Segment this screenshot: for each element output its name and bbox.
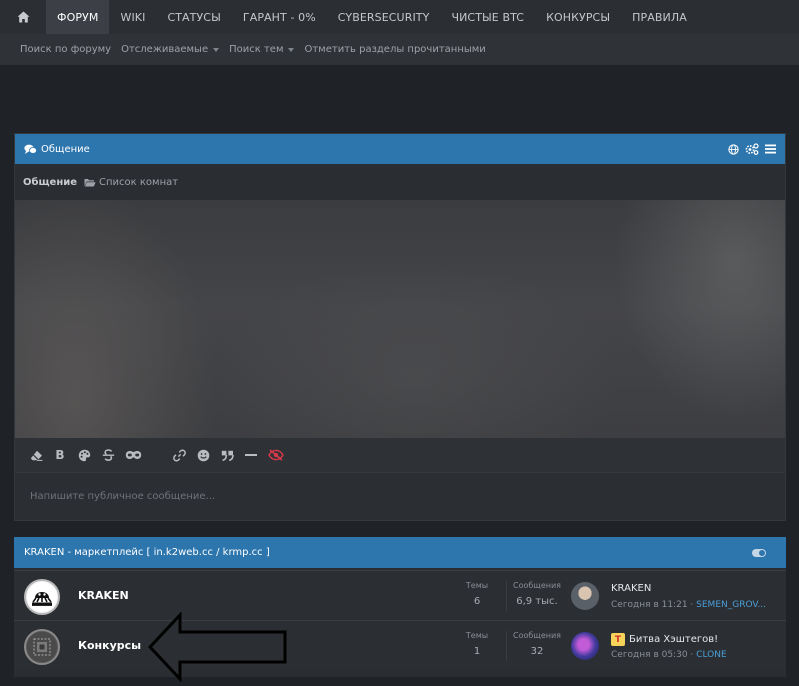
chat-message-input-wrapper (15, 472, 785, 520)
forum-node-contests: Конкурсы Темы 1 Сообщения 32 T Битва Хэш… (14, 620, 786, 670)
folder-open-icon (84, 178, 96, 186)
forum-category: KRAKEN - маркетплейс [ in.k2web.cc / krm… (14, 537, 786, 677)
last-post-meta: Сегодня в 11:21 · SEMEN_GROV... (611, 600, 766, 610)
sub-navigation: Поиск по форуму Отслеживаемые Поиск тем … (0, 34, 799, 65)
last-post-user[interactable]: SEMEN_GROV... (696, 600, 766, 610)
nav-item-cybersecurity[interactable]: CYBERSECURITY (327, 0, 441, 34)
themes-value: 6 (473, 596, 481, 607)
themes-label: Темы (465, 581, 489, 590)
hide-eye-icon[interactable] (268, 448, 284, 462)
chat-messages-area (15, 200, 785, 438)
messages-value: 32 (530, 646, 544, 657)
top-navigation: ФОРУМ WIKI СТАТУСЫ ГАРАНТ - 0% CYBERSECU… (0, 0, 799, 34)
node-messages-stat: Сообщения 32 (510, 631, 564, 657)
chat-title: Общение (41, 143, 90, 155)
watched-label: Отслеживаемые (121, 44, 209, 55)
crumb-chat[interactable]: Общение (23, 177, 77, 188)
last-post-title-text: Битва Хэштегов! (629, 634, 719, 645)
themes-value: 1 (473, 646, 481, 657)
eraser-icon[interactable] (29, 448, 43, 462)
smiley-icon[interactable] (196, 448, 210, 462)
nav-item-forum[interactable]: ФОРУМ (46, 0, 110, 34)
home-icon (17, 11, 29, 23)
palette-icon[interactable] (77, 448, 91, 462)
last-post-time: Сегодня в 11:21 (611, 600, 688, 610)
gears-icon[interactable] (745, 143, 759, 155)
node-title[interactable]: KRAKEN (78, 589, 129, 602)
search-threads-dropdown[interactable]: Поиск тем (229, 44, 295, 55)
messages-label: Сообщения (512, 581, 561, 590)
menu-icon[interactable] (765, 144, 776, 154)
avatar[interactable] (571, 632, 599, 660)
category-header: KRAKEN - маркетплейс [ in.k2web.cc / krm… (14, 537, 786, 568)
search-forum-label: Поиск по форуму (20, 44, 112, 55)
themes-label: Темы (465, 631, 489, 640)
spoiler-icon[interactable] (125, 448, 142, 462)
search-threads-label: Поиск тем (229, 44, 284, 55)
nav-item-statuses[interactable]: СТАТУСЫ (156, 0, 231, 34)
thread-prefix-badge: T (611, 633, 625, 646)
node-themes-stat: Темы 6 (460, 581, 494, 607)
chat-message-input[interactable] (15, 473, 785, 520)
chevron-down-icon (288, 48, 295, 52)
crumb-room-list-label: Список комнат (99, 176, 179, 188)
watched-dropdown[interactable]: Отслеживаемые (121, 44, 220, 55)
avatar[interactable] (571, 582, 599, 610)
globe-icon[interactable] (728, 143, 739, 155)
node-messages-stat: Сообщения 6,9 тыс. (510, 581, 564, 607)
mark-read-link[interactable]: Отметить разделы прочитанными (304, 44, 485, 55)
crumb-room-list[interactable]: Список комнат (84, 177, 178, 188)
editor-toolbar: B (15, 438, 785, 472)
nav-item-wiki[interactable]: WIKI (109, 0, 156, 34)
collapse-toggle-icon[interactable] (752, 548, 766, 557)
nav-item-guarantee[interactable]: ГАРАНТ - 0% (232, 0, 327, 34)
chat-block: Общение Общение Список комнат B Напишите… (14, 133, 786, 521)
messages-value: 6,9 тыс. (516, 596, 558, 607)
link-icon[interactable] (172, 448, 186, 462)
last-post-title[interactable]: T Битва Хэштегов! (611, 633, 718, 646)
kraken-logo-icon[interactable] (24, 579, 60, 615)
node-title[interactable]: Конкурсы (78, 639, 141, 652)
stat-divider (506, 631, 507, 661)
chat-breadcrumb: Общение Список комнат (15, 164, 785, 200)
annotation-arrow-icon (148, 612, 287, 682)
nav-item-rules[interactable]: ПРАВИЛА (621, 0, 698, 34)
chat-bubbles-icon (24, 144, 37, 154)
last-post-title[interactable]: KRAKEN (611, 583, 651, 594)
quote-icon[interactable] (220, 448, 234, 462)
last-post-meta: Сегодня в 05:30 · CLONE (611, 650, 727, 660)
nav-item-contests[interactable]: КОНКУРСЫ (535, 0, 621, 34)
messages-label: Сообщения (512, 631, 561, 640)
contests-logo-icon[interactable] (24, 629, 60, 665)
mark-read-label: Отметить разделы прочитанными (304, 44, 486, 55)
forum-node-kraken: KRAKEN Темы 6 Сообщения 6,9 тыс. KRAKEN … (14, 570, 786, 620)
stat-divider (506, 581, 507, 611)
nav-home-button[interactable] (0, 0, 46, 34)
node-themes-stat: Темы 1 (460, 631, 494, 657)
last-post-time: Сегодня в 05:30 (611, 650, 688, 660)
chat-header: Общение (15, 134, 785, 164)
strikethrough-icon[interactable] (101, 448, 115, 462)
last-post-user[interactable]: CLONE (696, 650, 726, 660)
horizontal-rule-icon[interactable] (244, 448, 258, 462)
chevron-down-icon (213, 48, 220, 52)
bold-icon[interactable]: B (53, 448, 67, 462)
search-forum-link[interactable]: Поиск по форуму (20, 44, 111, 55)
nav-item-clean-btc[interactable]: ЧИСТЫЕ BTC (440, 0, 535, 34)
chat-header-actions (728, 143, 776, 155)
category-title[interactable]: KRAKEN - маркетплейс [ in.k2web.cc / krm… (24, 547, 270, 558)
